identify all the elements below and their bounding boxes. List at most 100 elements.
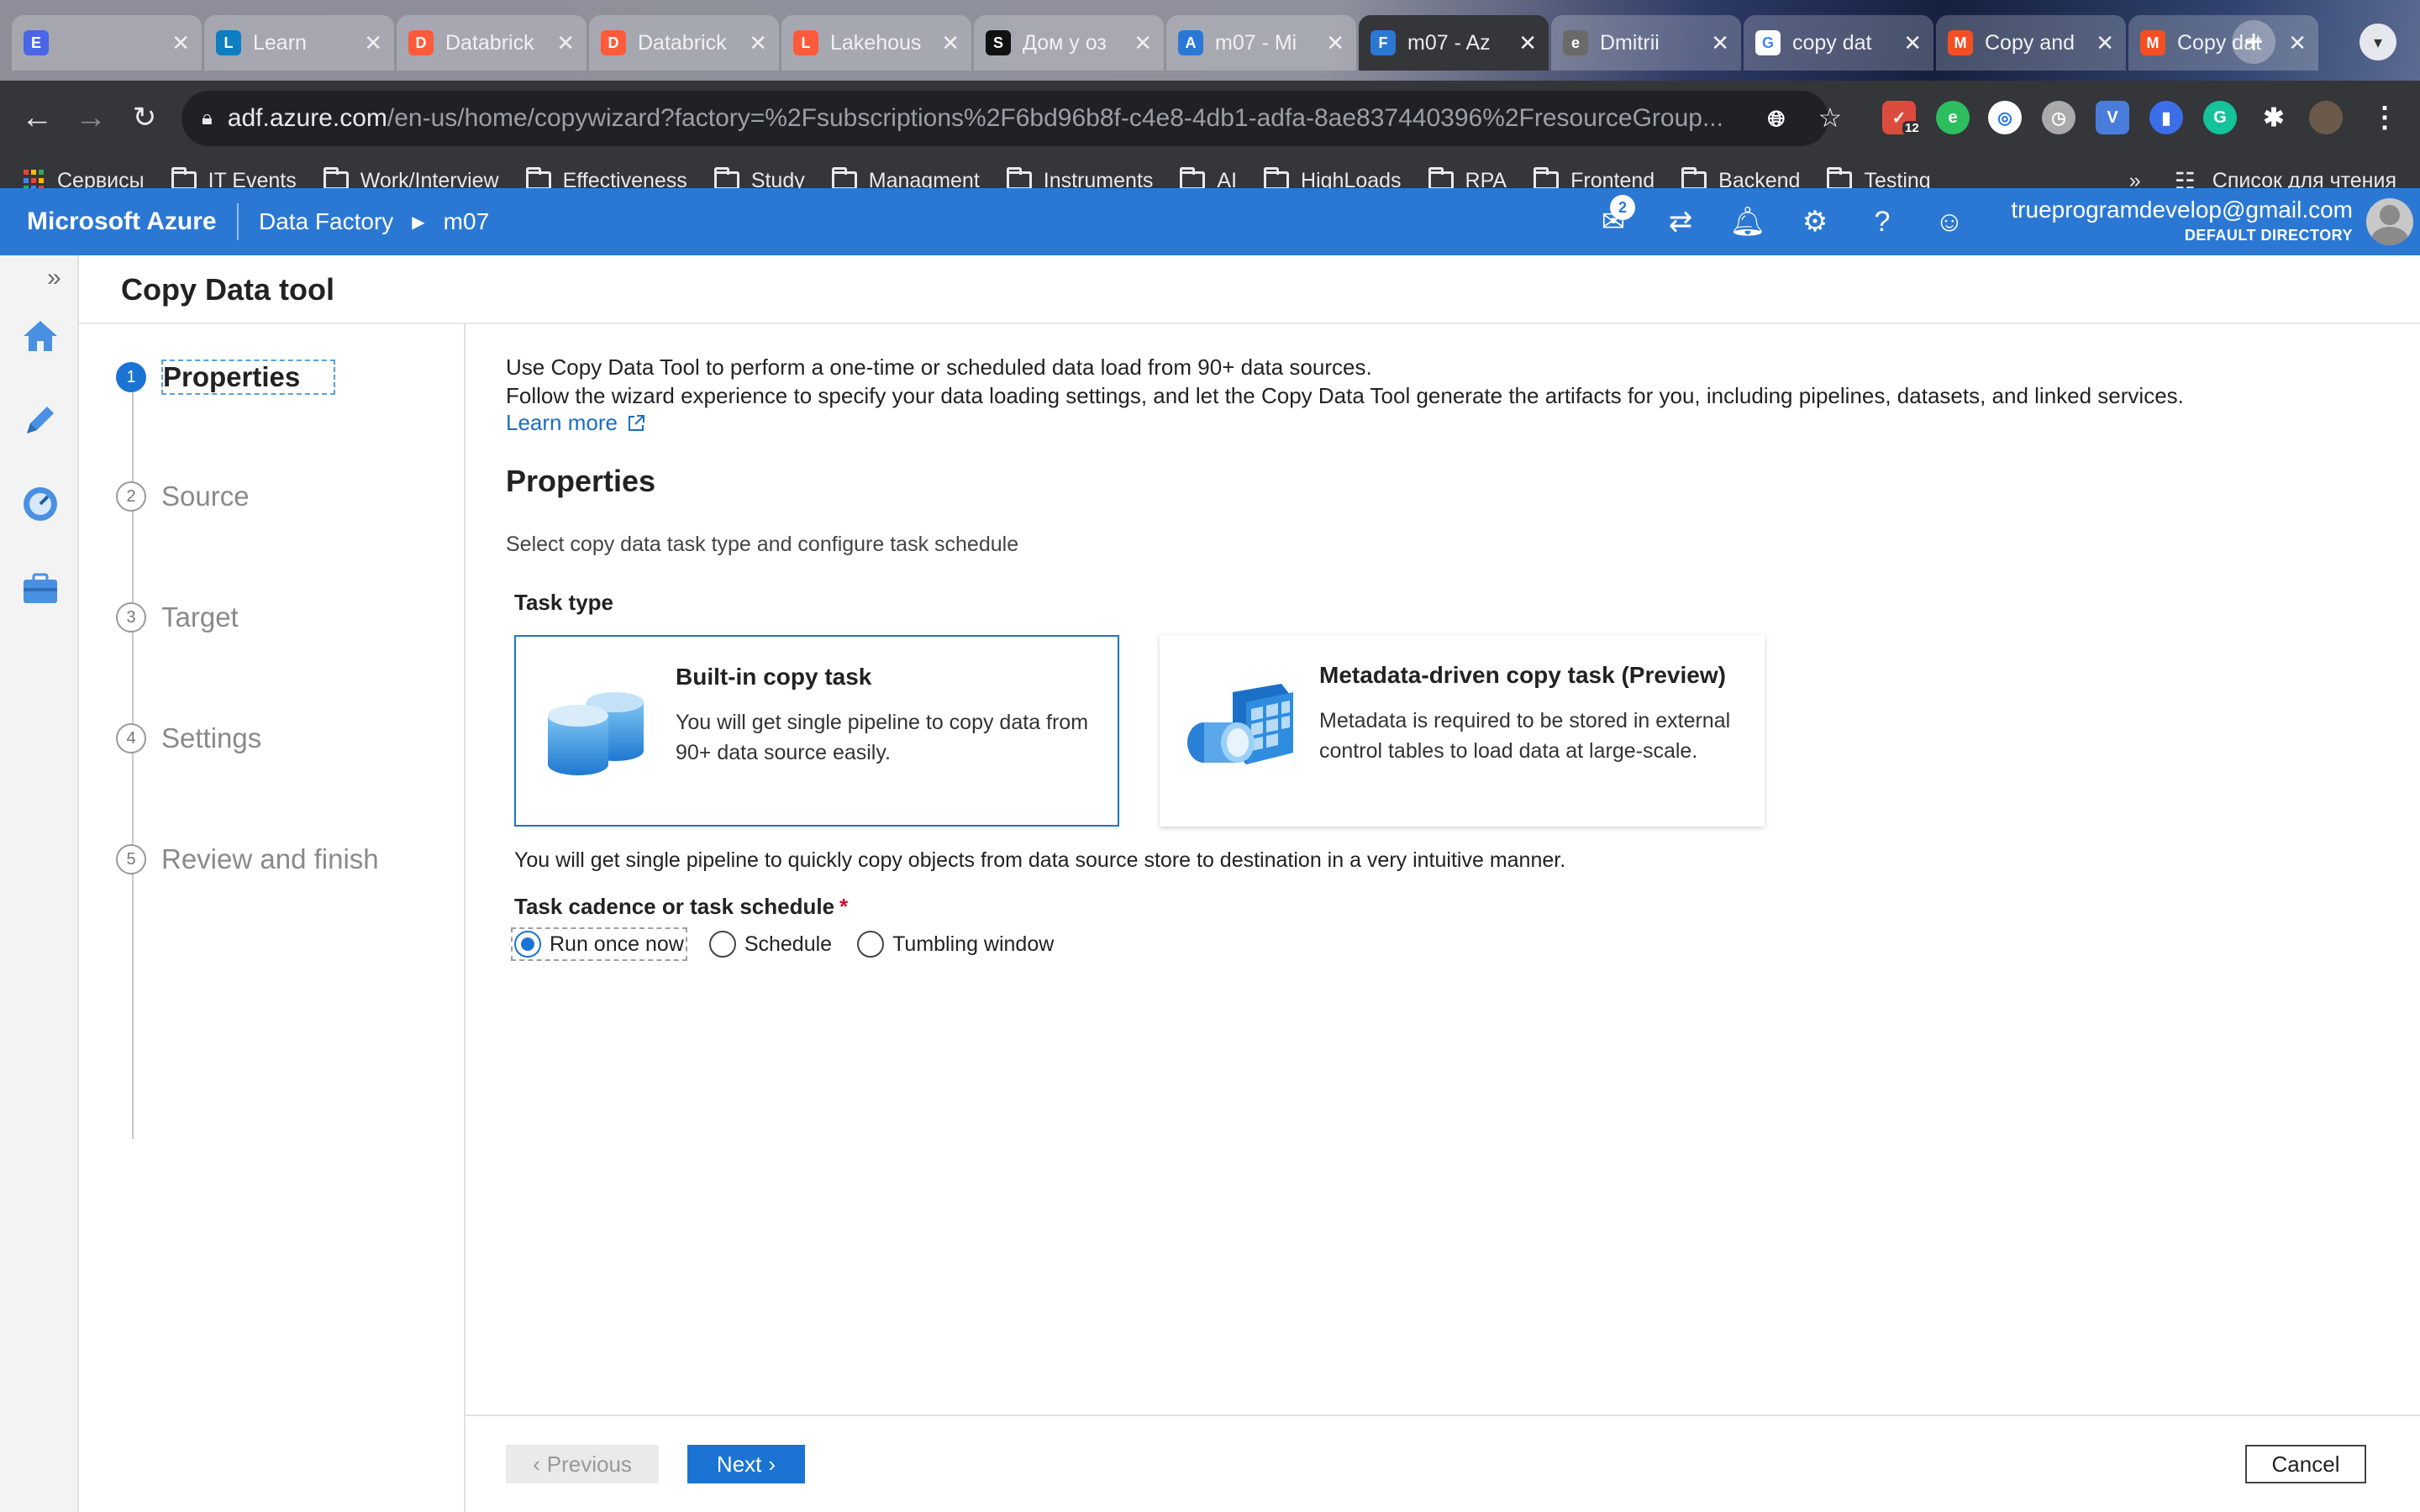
tab-close-icon[interactable]: ✕ (1326, 30, 1344, 56)
browser-tab[interactable]: Fm07 - Az ✕ (1359, 15, 1549, 71)
timer-extension-icon[interactable]: ◷ (2042, 101, 2075, 134)
tab-close-icon[interactable]: ✕ (2096, 30, 2114, 56)
builtin-copy-task-card[interactable]: Built-in copy task You will get single p… (514, 635, 1119, 827)
tab-close-icon[interactable]: ✕ (1903, 30, 1922, 56)
translate-icon[interactable]: 🌐︎ (1760, 102, 1793, 136)
grammarly-extension-icon[interactable]: G (2203, 101, 2237, 134)
browser-tab[interactable]: M Copy and ✕ (1936, 15, 2126, 71)
browser-tab[interactable]: e Dmitrii ✕ (1551, 15, 1741, 71)
tab-favicon-icon: S (986, 30, 1011, 55)
account-directory: DEFAULT DIRECTORY (2184, 227, 2353, 244)
folder-icon (1264, 167, 1290, 190)
forward-arrow-icon[interactable]: → (71, 97, 111, 138)
tab-favicon-icon: L (793, 30, 818, 55)
chevron-right-icon: ▶ (412, 213, 425, 232)
home-icon[interactable] (18, 314, 62, 358)
tab-close-icon[interactable]: ✕ (1711, 30, 1729, 56)
cancel-label: Cancel (2271, 1451, 2340, 1477)
browser-tab[interactable]: M Copy dat ✕ (2128, 15, 2318, 71)
folder-icon (1827, 167, 1853, 190)
tab-favicon-icon: M (2140, 30, 2165, 55)
metadata-driven-copy-task-card[interactable]: Metadata-driven copy task (Preview) Meta… (1160, 635, 1765, 827)
url-host: adf.azure.com (227, 104, 387, 132)
radio-circle (514, 931, 541, 958)
browser-tab[interactable]: Am07 - Mi ✕ (1166, 15, 1356, 71)
address-bar[interactable]: 🔒︎ adf.azure.com/en-us/home/copywizard?f… (182, 91, 1828, 146)
tab-close-icon[interactable]: ✕ (749, 30, 767, 56)
next-button[interactable]: Next › (687, 1445, 805, 1483)
step-label: Target (161, 601, 239, 633)
azure-header: Microsoft Azure Data Factory ▶ m07 ✉︎ 2 ⇄… (0, 188, 2420, 255)
notification-badge: 2 (1610, 195, 1635, 220)
breadcrumb-data-factory[interactable]: Data Factory (259, 208, 393, 235)
author-pencil-icon[interactable] (18, 398, 62, 442)
new-tab-button[interactable]: + (2232, 20, 2275, 64)
browser-tab[interactable]: Gcopy dat ✕ (1744, 15, 1933, 71)
chevron-right-icon: › (768, 1451, 776, 1477)
tab-close-icon[interactable]: ✕ (1518, 30, 1537, 56)
back-arrow-icon[interactable]: ← (17, 97, 57, 138)
radio-run-once-now[interactable]: Run once now (511, 927, 687, 961)
browser-tab[interactable]: D Databrick ✕ (589, 15, 779, 71)
tab-search-chevron-icon[interactable]: ▾ (2360, 24, 2396, 60)
notifications-feedback-icon[interactable]: ✉︎ 2 (1580, 188, 1647, 255)
tab-close-icon[interactable]: ✕ (364, 30, 382, 56)
wizard-steps: 1 Properties 2 Source 3 Target 4 Settings 5 Revie… (79, 324, 466, 1512)
avatar[interactable] (2366, 198, 2413, 245)
v-extension-icon[interactable]: V (2096, 101, 2129, 134)
puzzle-extensions-icon[interactable]: ✱ (2257, 101, 2291, 134)
account-info[interactable]: trueprogramdevelop@gmail.com DEFAULT DIR… (1958, 197, 2353, 244)
radio-schedule[interactable]: Schedule (708, 931, 832, 958)
cancel-button[interactable]: Cancel (2245, 1445, 2366, 1483)
tab-favicon-icon: E (24, 30, 49, 55)
breadcrumb-factory-name[interactable]: m07 (444, 208, 489, 235)
browser-tab[interactable]: L Learn ✕ (204, 15, 394, 71)
tab-close-icon[interactable]: ✕ (2288, 30, 2307, 56)
evernote-extension-icon[interactable]: e (1936, 101, 1970, 134)
browser-tab[interactable]: S Дом у оз ✕ (974, 15, 1164, 71)
gear-icon[interactable]: ⚙︎ (1781, 188, 1849, 255)
step-number: 4 (116, 723, 146, 753)
todoist-extension-icon[interactable]: ✓ 12 (1882, 101, 1922, 135)
monitor-gauge-icon[interactable] (18, 482, 62, 526)
wizard-step-settings[interactable]: 4 Settings (116, 722, 261, 754)
folder-icon (831, 167, 857, 190)
help-icon[interactable]: ? (1849, 188, 1916, 255)
tab-close-icon[interactable]: ✕ (1134, 30, 1152, 56)
browser-menu-icon[interactable]: ⋮ (2368, 101, 2402, 134)
tab-close-icon[interactable]: ✕ (556, 30, 575, 56)
wizard-step-source[interactable]: 2 Source (116, 480, 250, 512)
step-number: 3 (116, 602, 146, 633)
bookmark-star-icon[interactable]: ☆ (1813, 101, 1847, 134)
wizard-step-target[interactable]: 3 Target (116, 601, 239, 633)
step-number: 1 (116, 362, 146, 392)
bell-icon[interactable]: 🔔︎ (1714, 188, 1781, 255)
step-label: Settings (161, 722, 262, 753)
tab-title: Дом у оз (1023, 30, 1107, 55)
learn-more-link[interactable]: Learn more (506, 410, 646, 436)
selected-task-description: You will get single pipeline to quickly … (514, 848, 1566, 872)
expand-chevron-icon[interactable]: » (47, 264, 61, 292)
reload-icon[interactable]: ↻ (124, 97, 165, 138)
previous-button[interactable]: ‹ Previous (506, 1445, 659, 1483)
tab-close-icon[interactable]: ✕ (941, 30, 960, 56)
profile-avatar[interactable] (2309, 101, 2343, 134)
tab-title: Lakehous (830, 30, 922, 55)
tab-favicon-icon: D (408, 30, 434, 55)
page-title: Copy Data tool (121, 272, 335, 307)
tab-close-icon[interactable]: ✕ (171, 30, 190, 56)
radio-tumbling-window[interactable]: Tumbling window (857, 931, 1054, 958)
switch-directory-icon[interactable]: ⇄ (1647, 188, 1714, 255)
lens-extension-icon[interactable]: ◎ (1988, 101, 2022, 134)
bookmark-extension-icon[interactable]: ▮ (2149, 101, 2183, 134)
card-description: You will get single pipeline to copy dat… (676, 711, 1089, 764)
browser-tab[interactable]: E ✕ (12, 15, 202, 71)
azure-brand[interactable]: Microsoft Azure (0, 203, 239, 240)
browser-tab[interactable]: D Databrick ✕ (397, 15, 587, 71)
lock-icon: 🔒︎ (202, 107, 213, 129)
wizard-step-properties[interactable]: 1 Properties (116, 360, 336, 395)
manage-toolbox-icon[interactable] (18, 566, 62, 610)
browser-tab[interactable]: L Lakehous ✕ (781, 15, 971, 71)
wizard-step-review-and-finish[interactable]: 5 Review and finish (116, 843, 379, 875)
step-number: 5 (116, 844, 146, 874)
